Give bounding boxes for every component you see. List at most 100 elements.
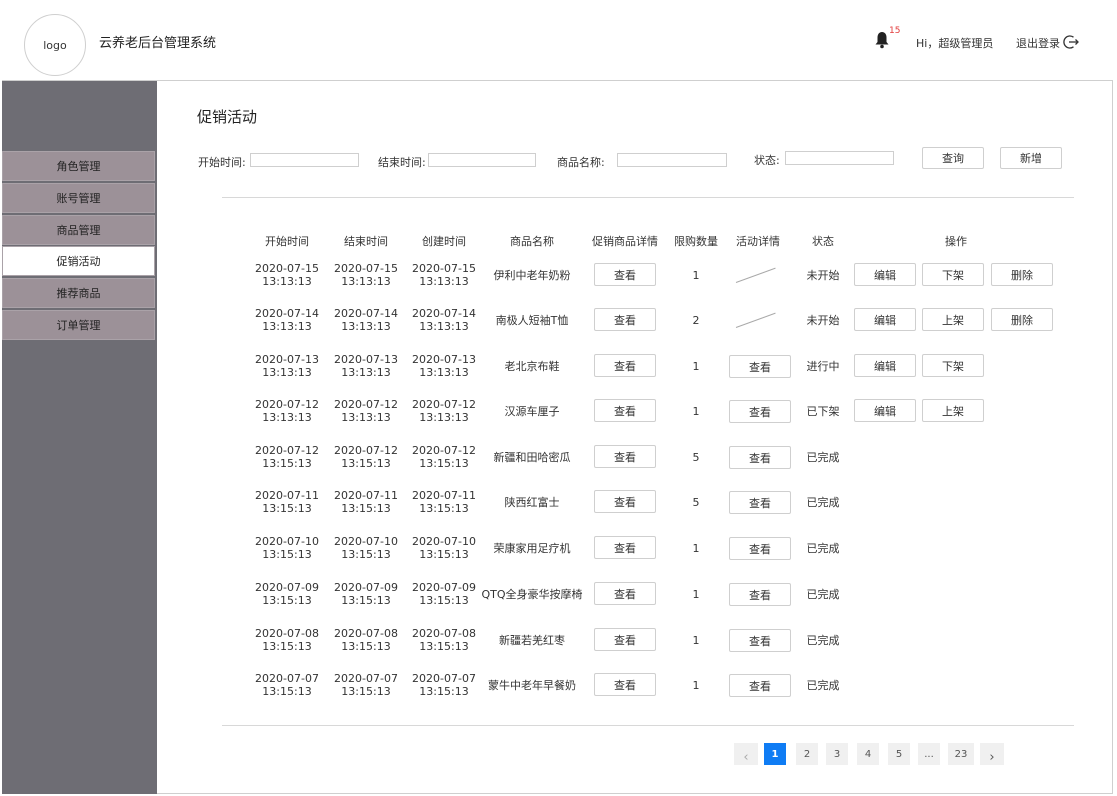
status-cell: 已下架 bbox=[806, 405, 840, 418]
time-text: 13:15:13 bbox=[262, 548, 312, 561]
page-button[interactable]: 2 bbox=[796, 743, 818, 765]
product-name-cell: 新疆和田哈密瓜 bbox=[493, 451, 571, 464]
view-product-button[interactable]: 查看 bbox=[594, 399, 656, 422]
view-activity-button[interactable]: 查看 bbox=[729, 446, 791, 469]
page-button[interactable]: 3 bbox=[826, 743, 848, 765]
date-text: 2020-07-08 bbox=[255, 627, 319, 640]
sidebar-item-accounts[interactable]: 账号管理 bbox=[2, 183, 155, 213]
page-button[interactable]: 5 bbox=[888, 743, 910, 765]
start-date-cell: 2020-07-12 13:13:13 bbox=[252, 398, 322, 424]
unpublish-button[interactable]: 下架 bbox=[922, 263, 984, 286]
start-date-cell: 2020-07-14 13:13:13 bbox=[252, 307, 322, 333]
sidebar-item-roles[interactable]: 角色管理 bbox=[2, 151, 155, 181]
time-text: 13:15:13 bbox=[262, 685, 312, 698]
status-cell: 未开始 bbox=[806, 314, 840, 327]
page-ellipsis[interactable]: ... bbox=[918, 743, 940, 765]
sidebar-item-promotions[interactable]: 促销活动 bbox=[2, 246, 155, 276]
start-time-input[interactable] bbox=[250, 153, 359, 167]
time-text: 13:15:13 bbox=[419, 685, 469, 698]
edit-button[interactable]: 编辑 bbox=[854, 399, 916, 422]
column-header: 状态 bbox=[812, 235, 834, 248]
bell-icon[interactable] bbox=[874, 31, 890, 49]
time-text: 13:13:13 bbox=[262, 275, 312, 288]
limit-cell: 2 bbox=[692, 314, 700, 327]
edit-button[interactable]: 编辑 bbox=[854, 263, 916, 286]
edit-button[interactable]: 编辑 bbox=[854, 354, 916, 377]
view-product-button[interactable]: 查看 bbox=[594, 445, 656, 468]
end-date-cell: 2020-07-12 13:13:13 bbox=[331, 398, 401, 424]
time-text: 13:15:13 bbox=[341, 640, 391, 653]
column-header: 操作 bbox=[945, 235, 967, 248]
query-button[interactable]: 查询 bbox=[922, 147, 984, 169]
view-activity-button[interactable]: 查看 bbox=[729, 400, 791, 423]
product-name-input[interactable] bbox=[617, 153, 727, 167]
created-date-cell: 2020-07-07 13:15:13 bbox=[409, 672, 479, 698]
status-input[interactable] bbox=[785, 151, 894, 165]
created-date-cell: 2020-07-08 13:15:13 bbox=[409, 627, 479, 653]
end-time-input[interactable] bbox=[428, 153, 536, 167]
time-text: 13:13:13 bbox=[419, 320, 469, 333]
page-button[interactable]: 23 bbox=[948, 743, 974, 765]
next-page-button[interactable]: › bbox=[980, 743, 1004, 765]
delete-button[interactable]: 删除 bbox=[991, 308, 1053, 331]
date-text: 2020-07-08 bbox=[412, 627, 476, 640]
page-button[interactable]: 1 bbox=[764, 743, 786, 765]
limit-cell: 1 bbox=[692, 588, 700, 601]
time-text: 13:13:13 bbox=[262, 411, 312, 424]
view-activity-button[interactable]: 查看 bbox=[729, 537, 791, 560]
date-text: 2020-07-10 bbox=[334, 535, 398, 548]
start-date-cell: 2020-07-11 13:15:13 bbox=[252, 489, 322, 515]
status-label: 状态: bbox=[754, 154, 780, 167]
date-text: 2020-07-09 bbox=[334, 581, 398, 594]
view-activity-button[interactable]: 查看 bbox=[729, 491, 791, 514]
sidebar-item-recommended[interactable]: 推荐商品 bbox=[2, 278, 155, 308]
view-activity-button[interactable]: 查看 bbox=[729, 629, 791, 652]
logout-icon[interactable] bbox=[1063, 34, 1079, 50]
view-activity-button[interactable]: 查看 bbox=[729, 583, 791, 606]
view-product-button[interactable]: 查看 bbox=[594, 628, 656, 651]
limit-cell: 1 bbox=[692, 542, 700, 555]
end-date-cell: 2020-07-11 13:15:13 bbox=[331, 489, 401, 515]
page-button[interactable]: 4 bbox=[857, 743, 879, 765]
view-product-button[interactable]: 查看 bbox=[594, 490, 656, 513]
unpublish-button[interactable]: 下架 bbox=[922, 354, 984, 377]
delete-button[interactable]: 删除 bbox=[991, 263, 1053, 286]
view-product-button[interactable]: 查看 bbox=[594, 263, 656, 286]
view-product-button[interactable]: 查看 bbox=[594, 536, 656, 559]
product-name-cell: QTQ全身豪华按摩椅 bbox=[481, 588, 583, 601]
divider-top bbox=[222, 197, 1074, 198]
limit-cell: 5 bbox=[692, 496, 700, 509]
status-cell: 已完成 bbox=[806, 542, 840, 555]
prev-page-button[interactable]: ‹ bbox=[734, 743, 758, 765]
view-product-button[interactable]: 查看 bbox=[594, 582, 656, 605]
add-button[interactable]: 新增 bbox=[1000, 147, 1062, 169]
start-date-cell: 2020-07-15 13:13:13 bbox=[252, 262, 322, 288]
date-text: 2020-07-09 bbox=[412, 581, 476, 594]
sidebar-item-products[interactable]: 商品管理 bbox=[2, 215, 155, 245]
view-product-button[interactable]: 查看 bbox=[594, 673, 656, 696]
time-text: 13:15:13 bbox=[419, 548, 469, 561]
page-title: 促销活动 bbox=[197, 108, 258, 126]
view-product-button[interactable]: 查看 bbox=[594, 354, 656, 377]
view-activity-button[interactable]: 查看 bbox=[729, 674, 791, 697]
view-product-button[interactable]: 查看 bbox=[594, 308, 656, 331]
sidebar-item-orders[interactable]: 订单管理 bbox=[2, 310, 155, 340]
logo: logo bbox=[24, 14, 86, 76]
created-date-cell: 2020-07-14 13:13:13 bbox=[409, 307, 479, 333]
publish-button[interactable]: 上架 bbox=[922, 308, 984, 331]
time-text: 13:15:13 bbox=[419, 502, 469, 515]
view-activity-button[interactable]: 查看 bbox=[729, 355, 791, 378]
column-header: 结束时间 bbox=[344, 235, 388, 248]
divider-bottom bbox=[222, 725, 1074, 726]
status-cell: 已完成 bbox=[806, 451, 840, 464]
date-text: 2020-07-12 bbox=[412, 444, 476, 457]
time-text: 13:15:13 bbox=[262, 640, 312, 653]
publish-button[interactable]: 上架 bbox=[922, 399, 984, 422]
limit-cell: 1 bbox=[692, 269, 700, 282]
column-header: 开始时间 bbox=[265, 235, 309, 248]
edit-button[interactable]: 编辑 bbox=[854, 308, 916, 331]
time-text: 13:15:13 bbox=[262, 502, 312, 515]
date-text: 2020-07-11 bbox=[255, 489, 319, 502]
logout-link[interactable]: 退出登录 bbox=[1016, 35, 1060, 51]
start-date-cell: 2020-07-10 13:15:13 bbox=[252, 535, 322, 561]
